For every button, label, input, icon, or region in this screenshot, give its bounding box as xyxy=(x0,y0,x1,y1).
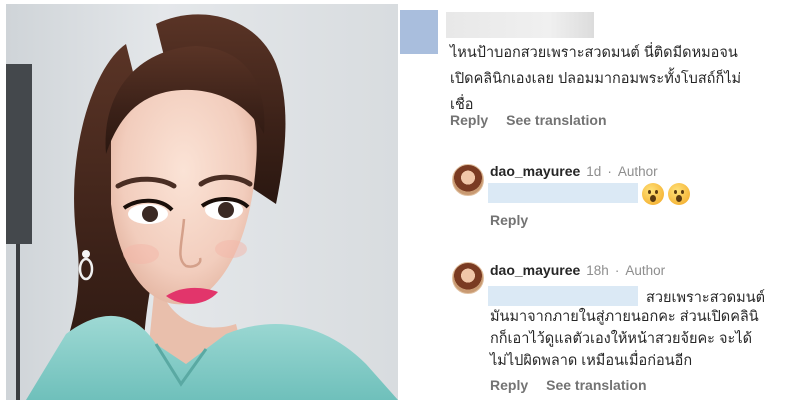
separator-dot: · xyxy=(614,263,620,278)
commenter-avatar[interactable] xyxy=(400,10,438,54)
reply-time: 1d xyxy=(586,164,602,179)
reply-actions: Reply See translation xyxy=(490,377,647,393)
reply-line: มันมาจากภายในสู่ภายนอกคะ ส่วนเปิดคลินิ xyxy=(490,309,759,325)
avatar[interactable] xyxy=(452,262,484,294)
avatar[interactable] xyxy=(452,164,484,196)
profile-photo xyxy=(6,4,398,400)
author-badge: Author xyxy=(617,164,658,179)
reply-line: กก็เอาไว้ดูแลตัวเองให้หน้าสวยจ้ยคะ จะได้ xyxy=(490,331,752,347)
comment-line: ไหนป้าบอกสวยเพราะสวดมนต์ นี่ติดมีดหมอจน xyxy=(450,45,738,61)
commenter-username-redacted[interactable] xyxy=(446,12,594,38)
reply-line: ไม่ไปผิดพลาด เหมือนเมื่อก่อนอีก xyxy=(490,353,693,369)
hushed-face-icon xyxy=(668,183,690,205)
reply-username[interactable]: dao_mayuree xyxy=(490,262,580,278)
comments-panel: ไหนป้าบอกสวยเพราะสวดมนต์ นี่ติดมีดหมอจน … xyxy=(398,0,800,404)
reply-text: มันมาจากภายในสู่ภายนอกคะ ส่วนเปิดคลินิ ก… xyxy=(490,306,790,372)
reply-username[interactable]: dao_mayuree xyxy=(490,163,580,179)
reply-time: 18h xyxy=(586,263,609,278)
comment-actions: Reply See translation xyxy=(450,112,607,128)
see-translation-button[interactable]: See translation xyxy=(506,112,606,128)
reply-button[interactable]: Reply xyxy=(490,377,528,393)
hushed-face-icon xyxy=(642,183,664,205)
reply-header: dao_mayuree 18h · Author xyxy=(490,262,665,278)
separator-dot: · xyxy=(607,164,612,179)
author-badge: Author xyxy=(625,263,666,278)
reply-button[interactable]: Reply xyxy=(490,212,528,228)
comment-text: ไหนป้าบอกสวยเพราะสวดมนต์ นี่ติดมีดหมอจน … xyxy=(450,40,790,118)
see-translation-button[interactable]: See translation xyxy=(546,377,646,393)
reply-button[interactable]: Reply xyxy=(450,112,488,128)
comment-line: เปิดคลินิกเองเลย ปลอมมากอมพระทั้งโบสถ์ก็… xyxy=(450,71,742,87)
mention-redacted[interactable] xyxy=(488,183,638,203)
woman-selfie-image xyxy=(6,4,398,400)
reply-actions: Reply xyxy=(490,212,528,228)
reply-header: dao_mayuree 1d · Author xyxy=(490,163,658,179)
mention-redacted[interactable] xyxy=(488,286,638,306)
